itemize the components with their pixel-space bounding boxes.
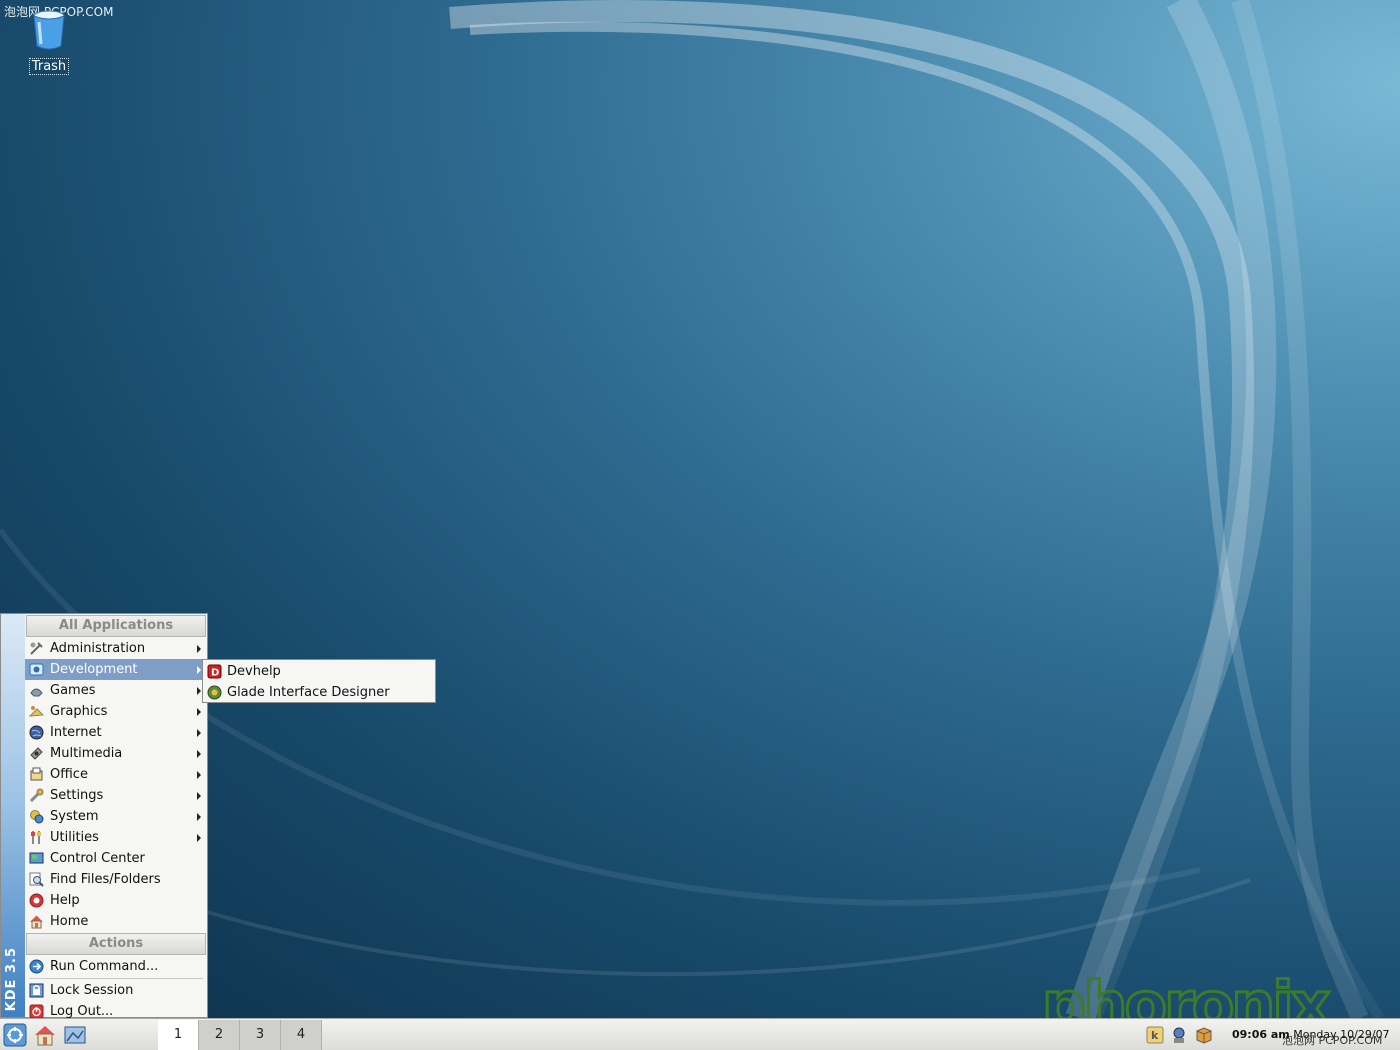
submenu-item-glade[interactable]: Glade Interface Designer xyxy=(203,682,435,703)
submenu-arrow-icon xyxy=(197,834,201,842)
submenu-arrow-icon xyxy=(197,750,201,758)
pager-desktop-3[interactable]: 3 xyxy=(240,1020,281,1050)
submenu-arrow-icon xyxy=(197,687,201,695)
glade-icon xyxy=(207,685,222,700)
watermark: 泡泡网 PCPOP.COM xyxy=(1282,1034,1383,1047)
run-command-icon xyxy=(29,959,44,974)
kde-version-label: KDE 3.5 xyxy=(4,946,19,1011)
utilities-icon xyxy=(31,831,41,844)
submenu-item-devhelp[interactable]: D Devhelp xyxy=(203,661,435,682)
menu-item-settings[interactable]: Settings xyxy=(25,785,207,806)
internet-icon xyxy=(29,725,44,740)
home-folder-icon[interactable] xyxy=(33,1023,57,1047)
graphics-icon xyxy=(29,706,44,717)
pager-desktop-4[interactable]: 4 xyxy=(281,1020,322,1050)
wallpaper-swoosh xyxy=(0,0,1385,1018)
menu-item-internet[interactable]: Internet xyxy=(25,722,207,743)
administration-icon xyxy=(30,642,43,655)
submenu-arrow-icon xyxy=(197,729,201,737)
network-tray-icon[interactable] xyxy=(1170,1026,1188,1044)
package-tray-icon[interactable] xyxy=(1195,1026,1213,1044)
kde-tray-icon[interactable]: k xyxy=(1146,1026,1164,1044)
development-icon xyxy=(29,663,44,676)
submenu-arrow-icon xyxy=(197,708,201,716)
games-icon xyxy=(30,688,43,697)
find-files-icon xyxy=(29,872,44,887)
system-icon xyxy=(30,810,44,824)
menu-item-multimedia[interactable]: Multimedia xyxy=(25,743,207,764)
development-submenu: D Devhelp Glade Interface Designer xyxy=(202,659,436,703)
svg-text:k: k xyxy=(1151,1029,1159,1042)
menu-section-actions: Actions xyxy=(26,933,206,955)
pager-desktop-2[interactable]: 2 xyxy=(199,1020,240,1050)
trash-icon xyxy=(33,10,65,50)
desktop-icon-trash[interactable]: Trash xyxy=(26,8,72,75)
submenu-arrow-icon xyxy=(197,666,201,674)
show-desktop-icon[interactable] xyxy=(63,1023,87,1047)
desktop-icon-label: Trash xyxy=(28,58,70,75)
menu-item-run-command[interactable]: Run Command... xyxy=(25,956,207,977)
taskbar: 1 2 3 4 k 09:06 am Monday 10/29/07 xyxy=(0,1018,1400,1050)
menu-item-system[interactable]: System xyxy=(25,806,207,827)
lock-session-icon xyxy=(29,983,44,998)
menu-item-office[interactable]: Office xyxy=(25,764,207,785)
menu-item-games[interactable]: Games xyxy=(25,680,207,701)
kde-menu-button-icon[interactable] xyxy=(3,1023,27,1047)
submenu-arrow-icon xyxy=(197,792,201,800)
menu-item-lock-session[interactable]: Lock Session xyxy=(25,980,207,1001)
submenu-arrow-icon xyxy=(197,813,201,821)
office-icon xyxy=(30,767,43,781)
menu-item-graphics[interactable]: Graphics xyxy=(25,701,207,722)
submenu-arrow-icon xyxy=(197,645,201,653)
log-out-icon xyxy=(29,1004,44,1019)
help-icon xyxy=(29,893,44,908)
menu-item-find-files[interactable]: Find Files/Folders xyxy=(25,869,207,890)
kde-menu: KDE 3.5 All Applications Administration … xyxy=(0,613,208,1019)
menu-item-administration[interactable]: Administration xyxy=(25,638,207,659)
menu-section-all-applications: All Applications xyxy=(26,615,206,637)
pager-desktop-1[interactable]: 1 xyxy=(158,1020,199,1050)
devhelp-icon: D xyxy=(207,664,222,679)
kde-menu-sidebar: KDE 3.5 xyxy=(1,614,25,1017)
settings-icon xyxy=(29,788,44,803)
menu-item-development[interactable]: Development xyxy=(25,659,207,680)
svg-text:D: D xyxy=(211,668,219,679)
home-icon xyxy=(30,915,43,929)
multimedia-icon xyxy=(30,747,43,760)
menu-item-home[interactable]: Home xyxy=(25,911,207,932)
menu-item-utilities[interactable]: Utilities xyxy=(25,827,207,848)
submenu-arrow-icon xyxy=(197,771,201,779)
menu-item-control-center[interactable]: Control Center xyxy=(25,848,207,869)
menu-separator xyxy=(29,978,203,979)
menu-item-help[interactable]: Help xyxy=(25,890,207,911)
control-center-icon xyxy=(29,852,44,864)
